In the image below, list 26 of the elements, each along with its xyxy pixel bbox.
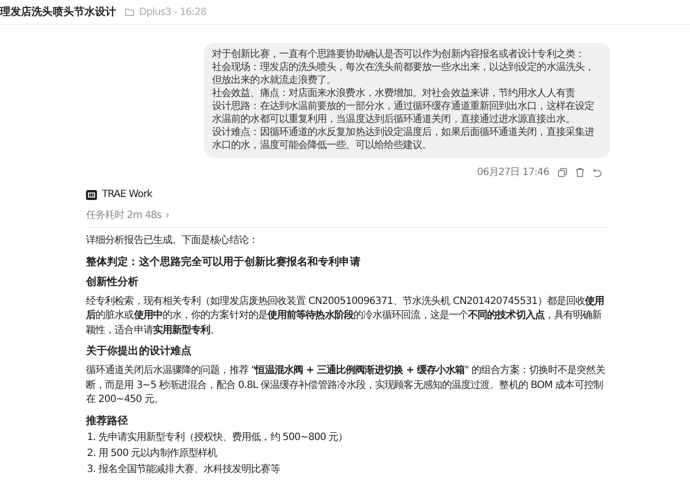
agent-logo-icon <box>86 190 97 200</box>
message-text: 对于创新比赛，一直有个思路要协助确认是否可以作为创新内容报名或者设计专利之类： <box>212 48 586 61</box>
answer-paragraph: 经专利检索，现有相关专利（如理发店废热回收装置 CN200510096371、节水洗头机 CN201420745531）都是回收使用后的脏水或使用中的水，你的方案针对的是使用前等待热水阶段的冷水循环回流，这是一个不同的技术切入点，具有明确新颖性，适合申请实用新型专利。 <box>86 294 606 338</box>
section-heading: 关于你提出的设计难点 <box>86 344 193 358</box>
message-text: 社会效益、痛点：对店面来水浪费水，水费增加。对社会效益来讲，节约用水人人有责 <box>212 87 576 100</box>
project-label: Dplus3 - 16:28 <box>139 6 206 18</box>
caret-icon[interactable]: › <box>165 210 170 220</box>
folder-icon <box>125 8 134 16</box>
list-item: 3. 报名全国节能减排大赛、水科技发明比赛等 <box>86 462 281 476</box>
undo-icon[interactable] <box>593 168 602 176</box>
copy-icon[interactable] <box>558 168 567 176</box>
message-text: 设计难点：因循环通道的水反复加热达到设定温度后，如果后面循环通道关闭，直接采集进水口的水，温度可能会降低一些。可以给给些建议。 <box>212 126 596 152</box>
list-item: 1. 先申请实用新型专利（授权快、费用低，约 500~800 元） <box>86 430 349 444</box>
answer-paragraph: 循环通道关闭后水温骤降的问题，推荐 "恒温混水阀 + 三通比例阀渐进切换 + 缓存小水箱" 的组合方案：切换时不是突然关断，而是用 3~5 秒渐进混合，配合 0.8L 保温缓存补偿管路冷水段，实现顾客无感知的温度过渡。整机的 BOM 成本可控制在 200~450 元。 <box>86 364 606 407</box>
message-text: 设计思路：在达到水温前要放的一部分水，通过循环缓存通道重新回到出水口，这样在设定水温前的水都可以重复利用，当温度达到后循环通道关闭，直接通过进水源直接出水。 <box>212 100 596 126</box>
section-heading: 创新性分析 <box>86 274 140 288</box>
conversation-title: 理发店洗头喷头节水设计 <box>0 5 116 19</box>
message-time: 06月27日 17:46 <box>476 166 549 179</box>
agent-name: TRAE Work <box>102 189 152 200</box>
section-heading: 推荐路径 <box>86 414 130 428</box>
task-duration[interactable]: 任务耗时 2m 48s <box>86 208 162 222</box>
section-heading: 整体判定：这个思路完全可以用于创新比赛报名和专利申请 <box>86 254 362 268</box>
message-text: 社会现场：理发店的洗头喷头，每次在洗头前都要放一些水出来，以达到设定的水温洗头，但放出来的水就流走浪费了。 <box>212 61 596 87</box>
answer-paragraph: 详细分析报告已生成。下面是核心结论： <box>86 234 259 248</box>
trash-icon[interactable] <box>576 168 584 176</box>
list-item: 2. 用 500 元以内制作原型样机 <box>86 446 218 460</box>
